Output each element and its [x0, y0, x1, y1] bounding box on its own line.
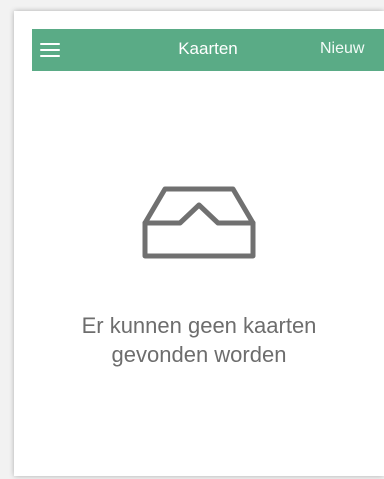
empty-state: Er kunnen geen kaarten gevonden worden — [14, 183, 384, 369]
inbox-icon — [142, 186, 256, 259]
navigation-bar: Kaarten Nieuw — [32, 29, 384, 71]
new-card-button[interactable]: Nieuw — [320, 29, 364, 71]
app-screen: Kaarten Nieuw Er kunnen geen kaarten gev… — [14, 11, 384, 476]
empty-message: Er kunnen geen kaarten gevonden worden — [81, 313, 317, 367]
hamburger-menu-icon[interactable] — [36, 34, 64, 66]
